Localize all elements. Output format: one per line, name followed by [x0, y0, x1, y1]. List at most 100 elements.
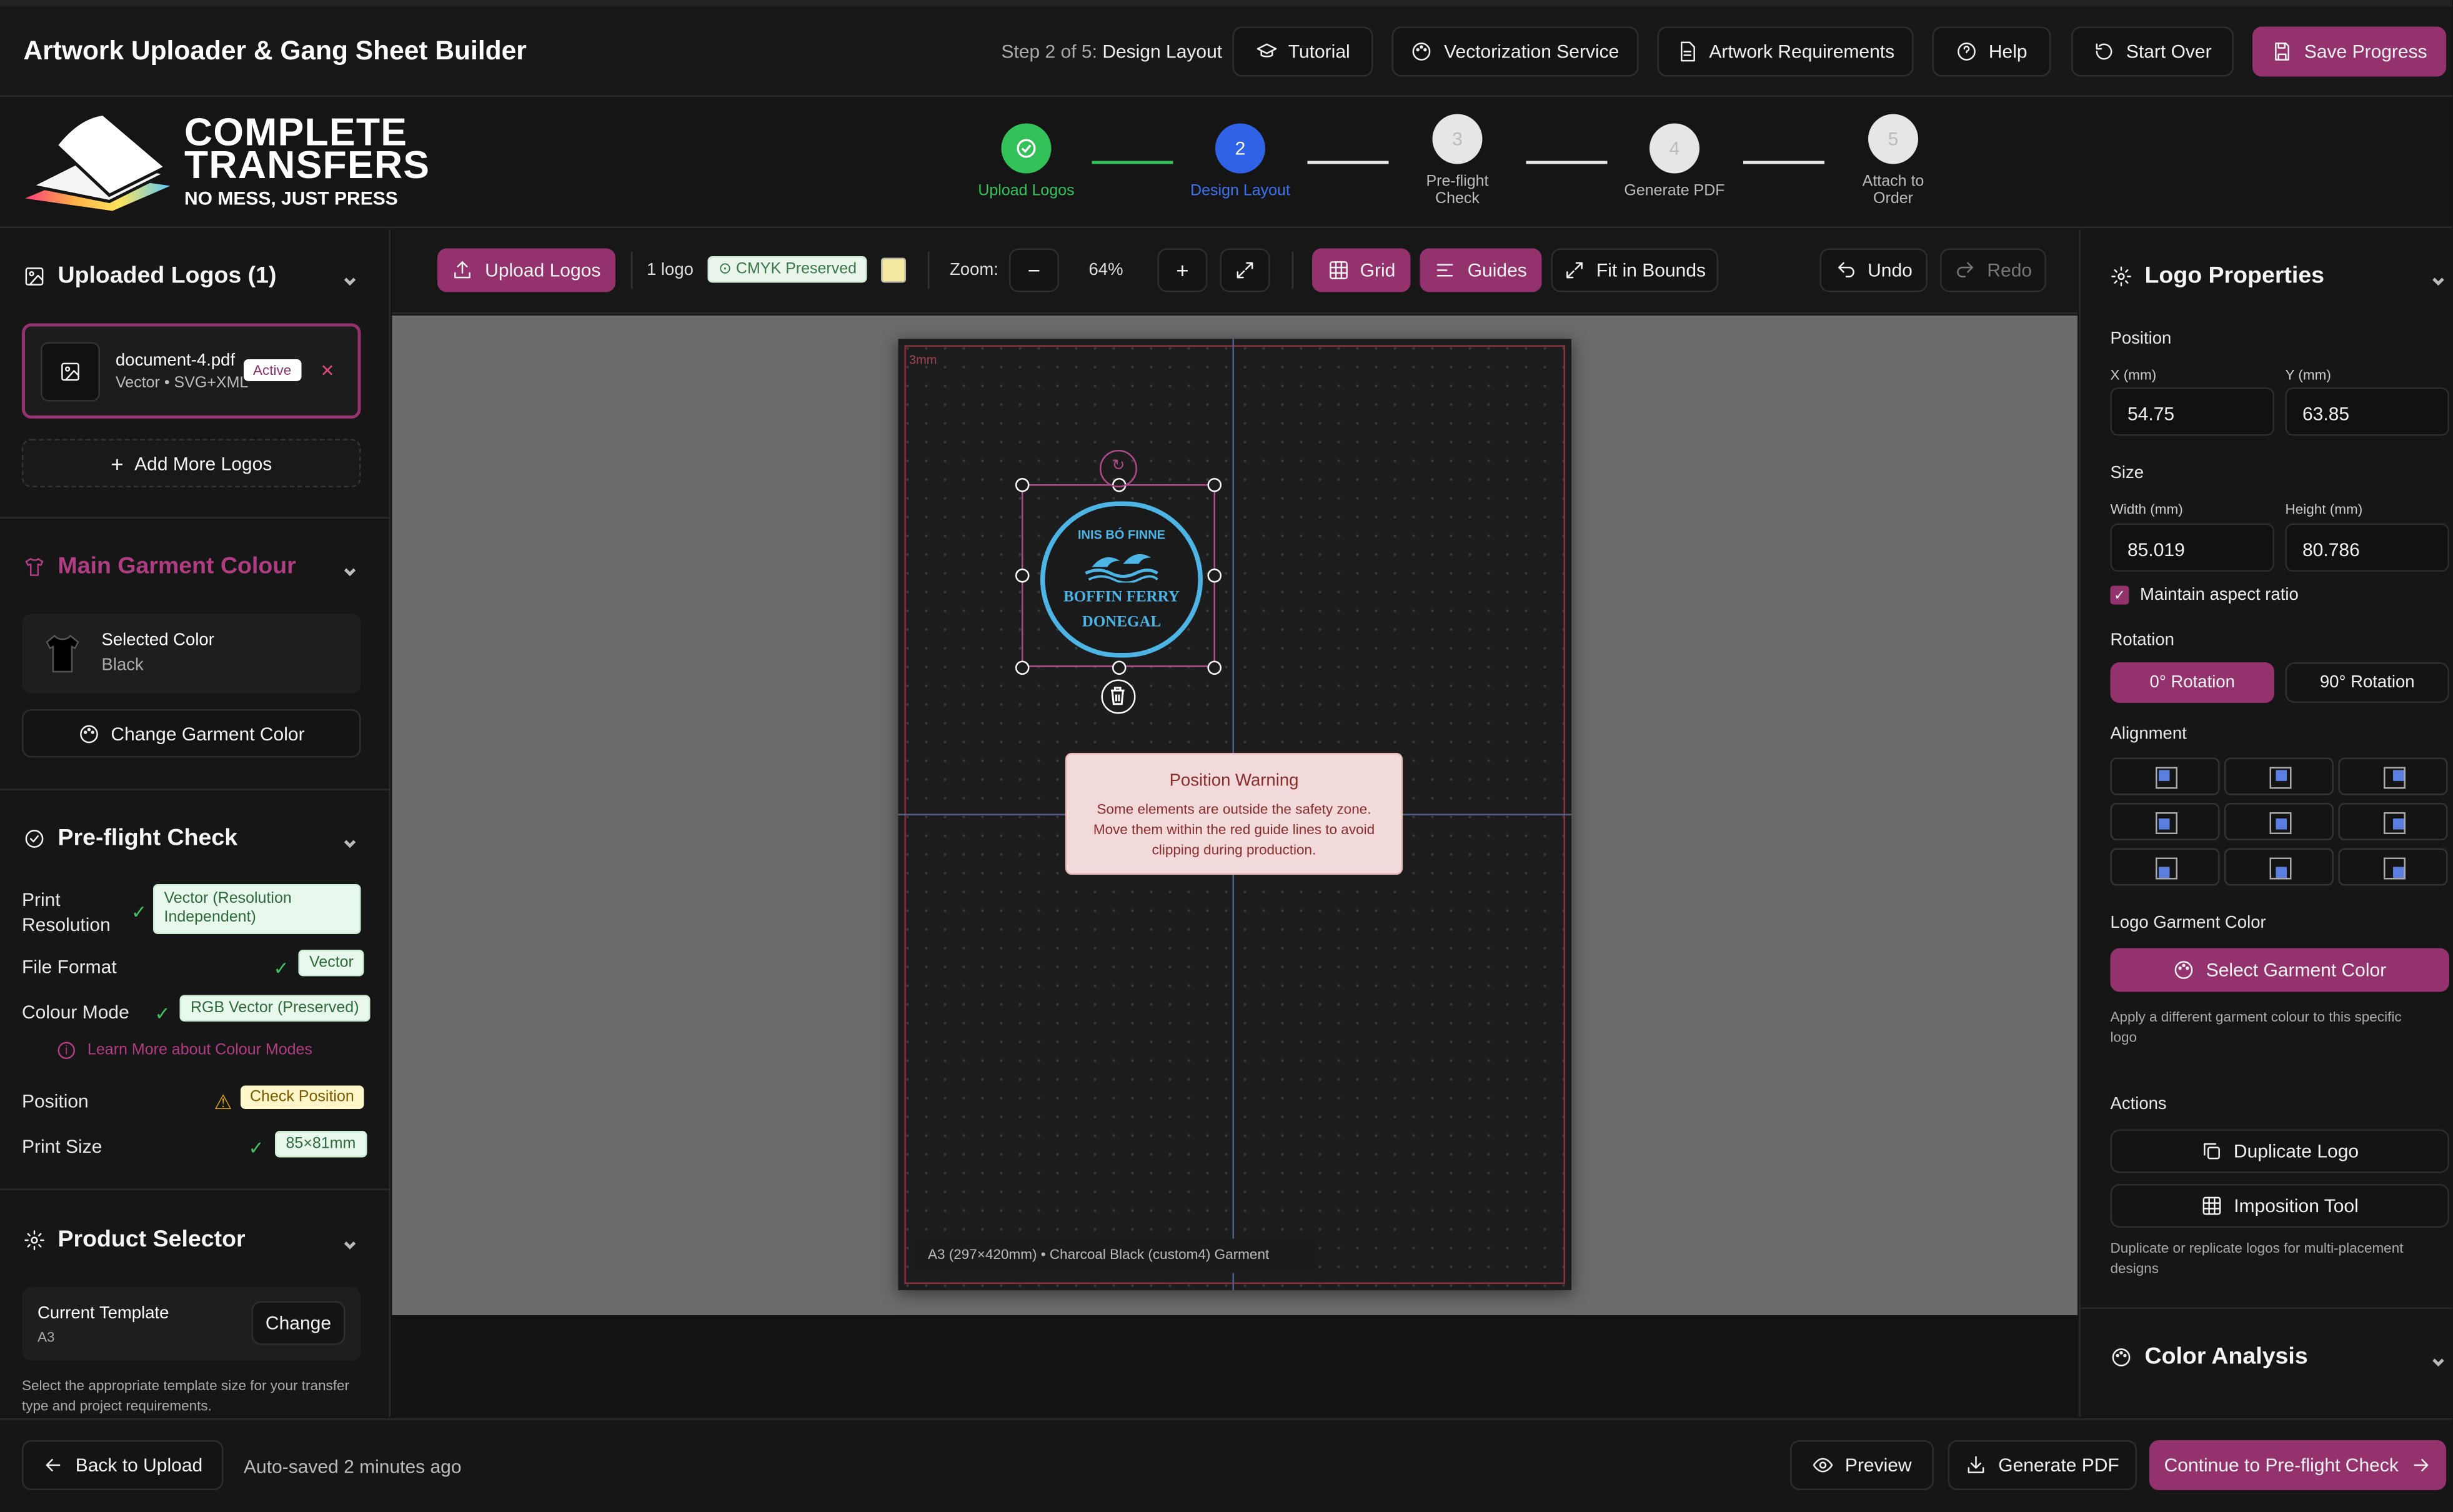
chevron-down-icon[interactable]	[2431, 1350, 2446, 1367]
align-center[interactable]	[2224, 803, 2334, 840]
step-design-layout[interactable]: 2 Design Layout	[1178, 123, 1303, 201]
uploaded-logos-header[interactable]: Uploaded Logos (1)	[24, 262, 277, 289]
redo-button[interactable]: Redo	[1940, 248, 2046, 292]
artwork-requirements-button[interactable]: Artwork Requirements	[1657, 26, 1914, 77]
product-selector-header[interactable]: Product Selector	[24, 1226, 246, 1253]
check-icon: ✓	[131, 901, 147, 923]
artboard[interactable]: 3mm INIS BÓ FINNE BOFFIN FERRY DONEGAL ↻…	[898, 339, 1571, 1290]
back-to-upload-button[interactable]: Back to Upload	[22, 1440, 224, 1490]
start-over-button[interactable]: Start Over	[2071, 26, 2234, 77]
resize-handle[interactable]	[1015, 660, 1030, 675]
align-bottom-right[interactable]	[2338, 848, 2448, 886]
duplicate-logo-button[interactable]: Duplicate Logo	[2110, 1129, 2449, 1173]
height-input[interactable]: 80.786	[2285, 523, 2449, 572]
help-button[interactable]: Help	[1932, 26, 2051, 77]
logo-properties-title: Logo Properties	[2144, 262, 2325, 289]
chevron-down-icon[interactable]	[342, 1233, 358, 1250]
canvas-bottom-area	[392, 1315, 2077, 1417]
continue-button[interactable]: Continue to Pre-flight Check	[2149, 1440, 2446, 1490]
change-garment-color-button[interactable]: Change Garment Color	[22, 709, 361, 758]
zoom-in-button[interactable]: +	[1157, 248, 1208, 292]
resize-handle[interactable]	[1015, 478, 1030, 492]
step-upload-logos[interactable]: Upload Logos	[964, 123, 1089, 200]
fullscreen-button[interactable]	[1220, 248, 1270, 292]
chevron-down-icon[interactable]	[2431, 269, 2446, 286]
step-label: Design Layout	[1190, 182, 1290, 201]
resize-handle[interactable]	[1207, 478, 1222, 492]
imposition-tool-button[interactable]: Imposition Tool	[2110, 1184, 2449, 1228]
align-bottom-center[interactable]	[2224, 848, 2334, 886]
add-more-logos-button[interactable]: + Add More Logos	[22, 439, 361, 487]
right-sidebar: Logo Properties Position X (mm) Y (mm) 5…	[2079, 229, 2452, 1417]
learn-more-link[interactable]: i Learn More about Colour Modes	[57, 1042, 312, 1059]
chevron-down-icon[interactable]	[342, 559, 358, 577]
step-attach-order[interactable]: 5 Attach to Order	[1831, 114, 1956, 208]
align-top-left[interactable]	[2110, 757, 2220, 795]
current-template-label: Current Template	[37, 1304, 169, 1323]
divider	[0, 517, 391, 519]
step-name: Design Layout	[1102, 41, 1223, 62]
resize-handle[interactable]	[1207, 660, 1222, 675]
step-number: 3	[1432, 114, 1483, 164]
color-analysis-header[interactable]: Color Analysis	[2111, 1343, 2308, 1370]
upload-logos-button[interactable]: Upload Logos	[437, 248, 615, 292]
tutorial-label: Tutorial	[1288, 41, 1350, 62]
tutorial-button[interactable]: Tutorial	[1232, 26, 1373, 77]
undo-button[interactable]: Undo	[1819, 248, 1928, 292]
aspect-ratio-checkbox[interactable]: ✓	[2110, 585, 2129, 605]
color-profile-icon[interactable]	[881, 257, 906, 283]
chevron-down-icon[interactable]	[342, 269, 358, 286]
guides-toggle-button[interactable]: Guides	[1420, 248, 1542, 292]
undo-icon	[1835, 259, 1857, 281]
cmyk-badge: ⊙ CMYK Preserved	[707, 256, 868, 283]
palette-icon	[1411, 41, 1433, 62]
arrow-left-icon	[42, 1455, 64, 1476]
delete-logo-icon[interactable]	[1101, 679, 1136, 714]
preview-label: Preview	[1844, 1454, 1912, 1476]
selected-color-card: Selected Color Black	[22, 614, 361, 694]
align-top-right[interactable]	[2338, 757, 2448, 795]
color-analysis-title: Color Analysis	[2144, 1343, 2308, 1370]
change-template-button[interactable]: Change	[251, 1301, 346, 1345]
preflight-header[interactable]: Pre-flight Check	[24, 825, 237, 852]
check-circle-icon: ⊙	[719, 261, 732, 279]
width-input[interactable]: 85.019	[2110, 523, 2274, 572]
width-label: Width (mm)	[2110, 501, 2183, 517]
remove-file-icon[interactable]: ✕	[321, 361, 335, 381]
align-middle-left[interactable]	[2110, 803, 2220, 840]
save-progress-button[interactable]: Save Progress	[2252, 26, 2446, 77]
align-top-center[interactable]	[2224, 757, 2334, 795]
step-number: 4	[1649, 123, 1699, 174]
x-input[interactable]: 54.75	[2110, 387, 2274, 436]
logo-count: 1 logo	[647, 261, 694, 280]
selected-logo[interactable]: INIS BÓ FINNE BOFFIN FERRY DONEGAL ↻	[1015, 450, 1222, 714]
chevron-down-icon[interactable]	[342, 831, 358, 848]
y-label: Y (mm)	[2285, 367, 2331, 383]
align-middle-right[interactable]	[2338, 803, 2448, 840]
logo-file-card[interactable]: document-4.pdf Vector • SVG+XML Active ✕	[22, 323, 361, 419]
resize-handle[interactable]	[1015, 569, 1030, 583]
resize-handle[interactable]	[1207, 569, 1222, 583]
step-preflight-check[interactable]: 3 Pre-flight Check	[1395, 114, 1520, 208]
preflight-value: Vector	[298, 950, 365, 977]
fit-in-bounds-button[interactable]: Fit in Bounds	[1551, 248, 1718, 292]
align-bottom-left[interactable]	[2110, 848, 2220, 886]
select-garment-color-button[interactable]: Select Garment Color	[2110, 948, 2449, 992]
logo-properties-header[interactable]: Logo Properties	[2111, 262, 2325, 289]
vectorization-button[interactable]: Vectorization Service	[1391, 26, 1639, 77]
step-generate-pdf[interactable]: 4 Generate PDF	[1612, 123, 1737, 200]
step-indicator: Step 2 of 5: Design Layout	[1002, 41, 1223, 62]
back-label: Back to Upload	[75, 1454, 203, 1476]
generate-pdf-button[interactable]: Generate PDF	[1948, 1440, 2137, 1490]
resize-handle[interactable]	[1112, 660, 1127, 675]
garment-colour-header[interactable]: Main Garment Colour	[24, 553, 296, 580]
grid-toggle-button[interactable]: Grid	[1312, 248, 1411, 292]
divider	[1291, 251, 1293, 289]
divider	[928, 251, 930, 289]
y-input[interactable]: 63.85	[2285, 387, 2449, 436]
rotate-handle-icon[interactable]: ↻	[1100, 450, 1137, 487]
rotation-90-button[interactable]: 90° Rotation	[2285, 662, 2449, 703]
preview-button[interactable]: Preview	[1790, 1440, 1934, 1490]
zoom-out-button[interactable]: −	[1009, 248, 1059, 292]
rotation-0-button[interactable]: 0° Rotation	[2110, 662, 2274, 703]
